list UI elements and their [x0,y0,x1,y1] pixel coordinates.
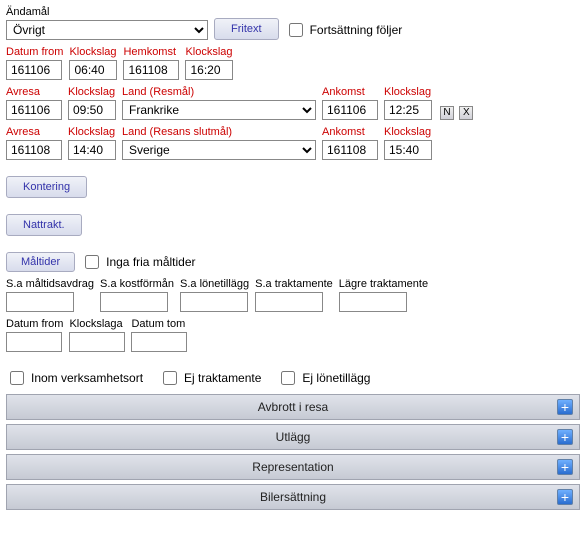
leg1-land-label: Land (Resmål) [122,86,316,98]
bar-bilers-title: Bilersättning [260,490,326,504]
nattrakt-button[interactable]: Nattrakt. [6,214,82,236]
ejlone-chk-wrap[interactable]: Ej lönetillägg [277,368,370,388]
leg2-ankomst-input[interactable] [322,140,378,160]
leg2-land-select[interactable]: Sverige [122,140,316,160]
inom-checkbox[interactable] [10,371,24,385]
bar-avbrott-title: Avbrott i resa [258,400,328,414]
sa-trakt-input[interactable] [255,292,323,312]
plus-icon[interactable]: + [557,489,573,505]
d2-tom-label: Datum tom [131,318,187,330]
ejlone-checkbox[interactable] [281,371,295,385]
bar-representation-title: Representation [252,460,333,474]
fortsattning-checkbox[interactable] [289,23,303,37]
leg2-klock-label: Klockslag [68,126,116,138]
bar-utlagg[interactable]: Utlägg + [6,424,580,450]
sa-kost-label: S.a kostförmån [100,278,174,290]
plus-icon[interactable]: + [557,459,573,475]
sa-trakt-label: S.a traktamente [255,278,333,290]
klockslag1-input[interactable] [69,60,117,80]
inom-chk-wrap[interactable]: Inom verksamhetsort [6,368,143,388]
inom-label: Inom verksamhetsort [31,371,143,385]
inga-fria-checkbox[interactable] [85,255,99,269]
sa-kost-input[interactable] [100,292,168,312]
klockslag2-label: Klockslag [185,46,233,58]
leg1-land-select[interactable]: Frankrike [122,100,316,120]
plus-icon[interactable]: + [557,399,573,415]
d2-klock-label: Klockslaga [69,318,125,330]
inga-fria-wrap[interactable]: Inga fria måltider [81,252,195,272]
d2-tom-input[interactable] [131,332,187,352]
d2-klock-input[interactable] [69,332,125,352]
leg2-klock2-input[interactable] [384,140,432,160]
fortsattning-label: Fortsättning följer [310,23,403,37]
lagre-trakt-label: Lägre traktamente [339,278,428,290]
hemkomst-label: Hemkomst [123,46,179,58]
leg1-x-button[interactable]: X [459,106,473,120]
leg2-klock-input[interactable] [68,140,116,160]
d2-from-label: Datum from [6,318,63,330]
lagre-trakt-input[interactable] [339,292,407,312]
leg1-ankomst-input[interactable] [322,100,378,120]
datum-from-label: Datum from [6,46,63,58]
leg1-klock-input[interactable] [68,100,116,120]
ejtrakt-chk-wrap[interactable]: Ej traktamente [159,368,261,388]
andamal-select[interactable]: Övrigt [6,20,208,40]
leg1-klock2-input[interactable] [384,100,432,120]
plus-icon[interactable]: + [557,429,573,445]
sa-lone-label: S.a lönetillägg [180,278,249,290]
sa-maltids-label: S.a måltidsavdrag [6,278,94,290]
maltider-button[interactable]: Måltider [6,252,75,272]
andamal-label: Ändamål [6,6,208,18]
sa-maltids-input[interactable] [6,292,74,312]
leg1-klock-label: Klockslag [68,86,116,98]
ejtrakt-label: Ej traktamente [184,371,261,385]
sa-lone-input[interactable] [180,292,248,312]
bar-avbrott[interactable]: Avbrott i resa + [6,394,580,420]
d2-from-input[interactable] [6,332,62,352]
leg1-n-button[interactable]: N [440,106,454,120]
ejtrakt-checkbox[interactable] [163,371,177,385]
bar-utlagg-title: Utlägg [276,430,311,444]
fritext-button[interactable]: Fritext [214,18,279,40]
leg2-ankomst-label: Ankomst [322,126,378,138]
datum-from-input[interactable] [6,60,62,80]
leg1-klock2-label: Klockslag [384,86,432,98]
leg2-avresa-input[interactable] [6,140,62,160]
klockslag2-input[interactable] [185,60,233,80]
hemkomst-input[interactable] [123,60,179,80]
leg1-avresa-label: Avresa [6,86,62,98]
leg2-land-label: Land (Resans slutmål) [122,126,316,138]
leg2-klock2-label: Klockslag [384,126,432,138]
fortsattning-checkbox-wrap[interactable]: Fortsättning följer [285,20,403,40]
bar-representation[interactable]: Representation + [6,454,580,480]
klockslag1-label: Klockslag [69,46,117,58]
leg1-avresa-input[interactable] [6,100,62,120]
bar-bilersattning[interactable]: Bilersättning + [6,484,580,510]
inga-fria-label: Inga fria måltider [106,255,195,269]
leg1-ankomst-label: Ankomst [322,86,378,98]
ejlone-label: Ej lönetillägg [302,371,370,385]
kontering-button[interactable]: Kontering [6,176,87,198]
leg2-avresa-label: Avresa [6,126,62,138]
